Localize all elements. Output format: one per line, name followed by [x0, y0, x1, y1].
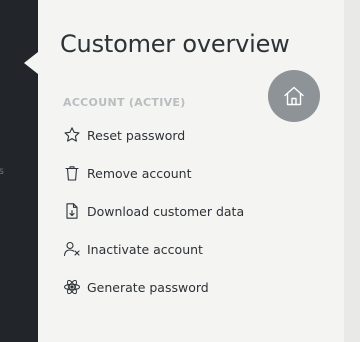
- menu-item-label: Generate password: [87, 279, 209, 295]
- download-customer-data-button[interactable]: Download customer data: [63, 200, 323, 222]
- background-strip: [344, 0, 360, 342]
- atom-icon: [63, 278, 81, 296]
- home-button[interactable]: [268, 70, 320, 122]
- page-title: Customer overview: [60, 30, 290, 58]
- account-actions-menu: Reset password Remove account Download c…: [63, 124, 323, 314]
- inactivate-account-button[interactable]: Inactivate account: [63, 238, 323, 260]
- file-download-icon: [63, 202, 81, 220]
- reset-password-button[interactable]: Reset password: [63, 124, 323, 146]
- sidebar-item-label[interactable]: is: [0, 166, 4, 177]
- remove-account-button[interactable]: Remove account: [63, 162, 323, 184]
- section-header: ACCOUNT (ACTIVE): [63, 96, 186, 109]
- home-icon: [284, 86, 304, 106]
- menu-item-label: Inactivate account: [87, 241, 203, 257]
- menu-item-label: Remove account: [87, 165, 192, 181]
- customer-overview-panel: Customer overview ACCOUNT (ACTIVE) Reset…: [38, 0, 344, 342]
- generate-password-button[interactable]: Generate password: [63, 276, 323, 298]
- trash-icon: [63, 164, 81, 182]
- active-indicator-arrow: [24, 52, 38, 74]
- user-remove-icon: [63, 240, 81, 258]
- menu-item-label: Reset password: [87, 127, 186, 143]
- star-icon: [63, 126, 81, 144]
- menu-item-label: Download customer data: [87, 203, 245, 219]
- app-root: is Customer overview ACCOUNT (ACTIVE) Re…: [0, 0, 360, 342]
